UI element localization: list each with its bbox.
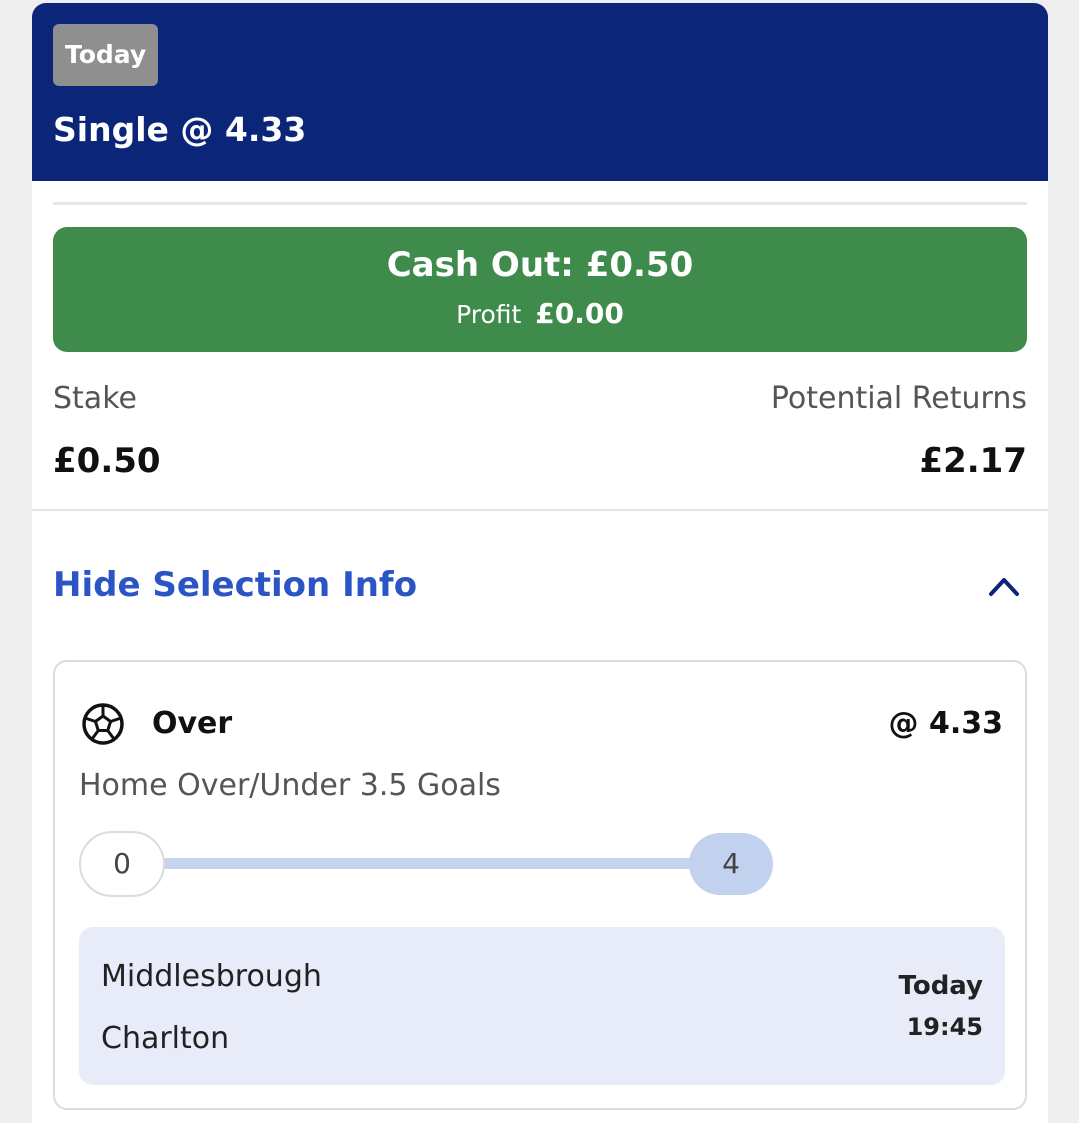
match-day: Today xyxy=(898,971,983,1001)
match-time: 19:45 xyxy=(906,1013,983,1041)
cash-out-button[interactable]: Cash Out: £0.50 Profit £0.00 xyxy=(53,227,1027,352)
progress-end-value: 4 xyxy=(689,833,773,895)
football-icon xyxy=(82,703,124,745)
bet-header: Today Single @ 4.33 xyxy=(32,3,1048,181)
today-badge: Today xyxy=(53,24,159,86)
selection-info-panel: Over @ 4.33 Home Over/Under 3.5 Goals 0 … xyxy=(53,660,1027,1110)
divider xyxy=(53,202,1027,205)
profit-value: £0.00 xyxy=(535,297,624,330)
profit-row: Profit £0.00 xyxy=(53,297,1027,330)
bet-card: Today Single @ 4.33 Cash Out: £0.50 Prof… xyxy=(32,3,1048,1123)
divider xyxy=(32,509,1048,511)
stake-label: Stake xyxy=(53,381,137,416)
cash-out-label: Cash Out: £0.50 xyxy=(386,245,694,285)
bet-title: Single @ 4.33 xyxy=(53,110,307,149)
selection-odds: @ 4.33 xyxy=(888,706,1003,741)
potential-returns-value: £2.17 xyxy=(919,441,1027,481)
progress-start-value: 0 xyxy=(79,831,165,897)
hide-selection-info-link[interactable]: Hide Selection Info xyxy=(53,565,417,605)
potential-returns-label: Potential Returns xyxy=(770,381,1027,416)
away-team: Charlton xyxy=(101,1021,230,1056)
match-info: Middlesbrough Charlton Today 19:45 xyxy=(79,927,1005,1085)
selection-name: Over xyxy=(152,706,233,741)
chevron-up-icon[interactable] xyxy=(988,575,1020,597)
market-name: Home Over/Under 3.5 Goals xyxy=(79,768,501,803)
stake-value: £0.50 xyxy=(53,441,161,481)
home-team: Middlesbrough xyxy=(101,959,322,994)
goals-progress-track xyxy=(150,858,710,869)
profit-label: Profit xyxy=(456,300,522,329)
